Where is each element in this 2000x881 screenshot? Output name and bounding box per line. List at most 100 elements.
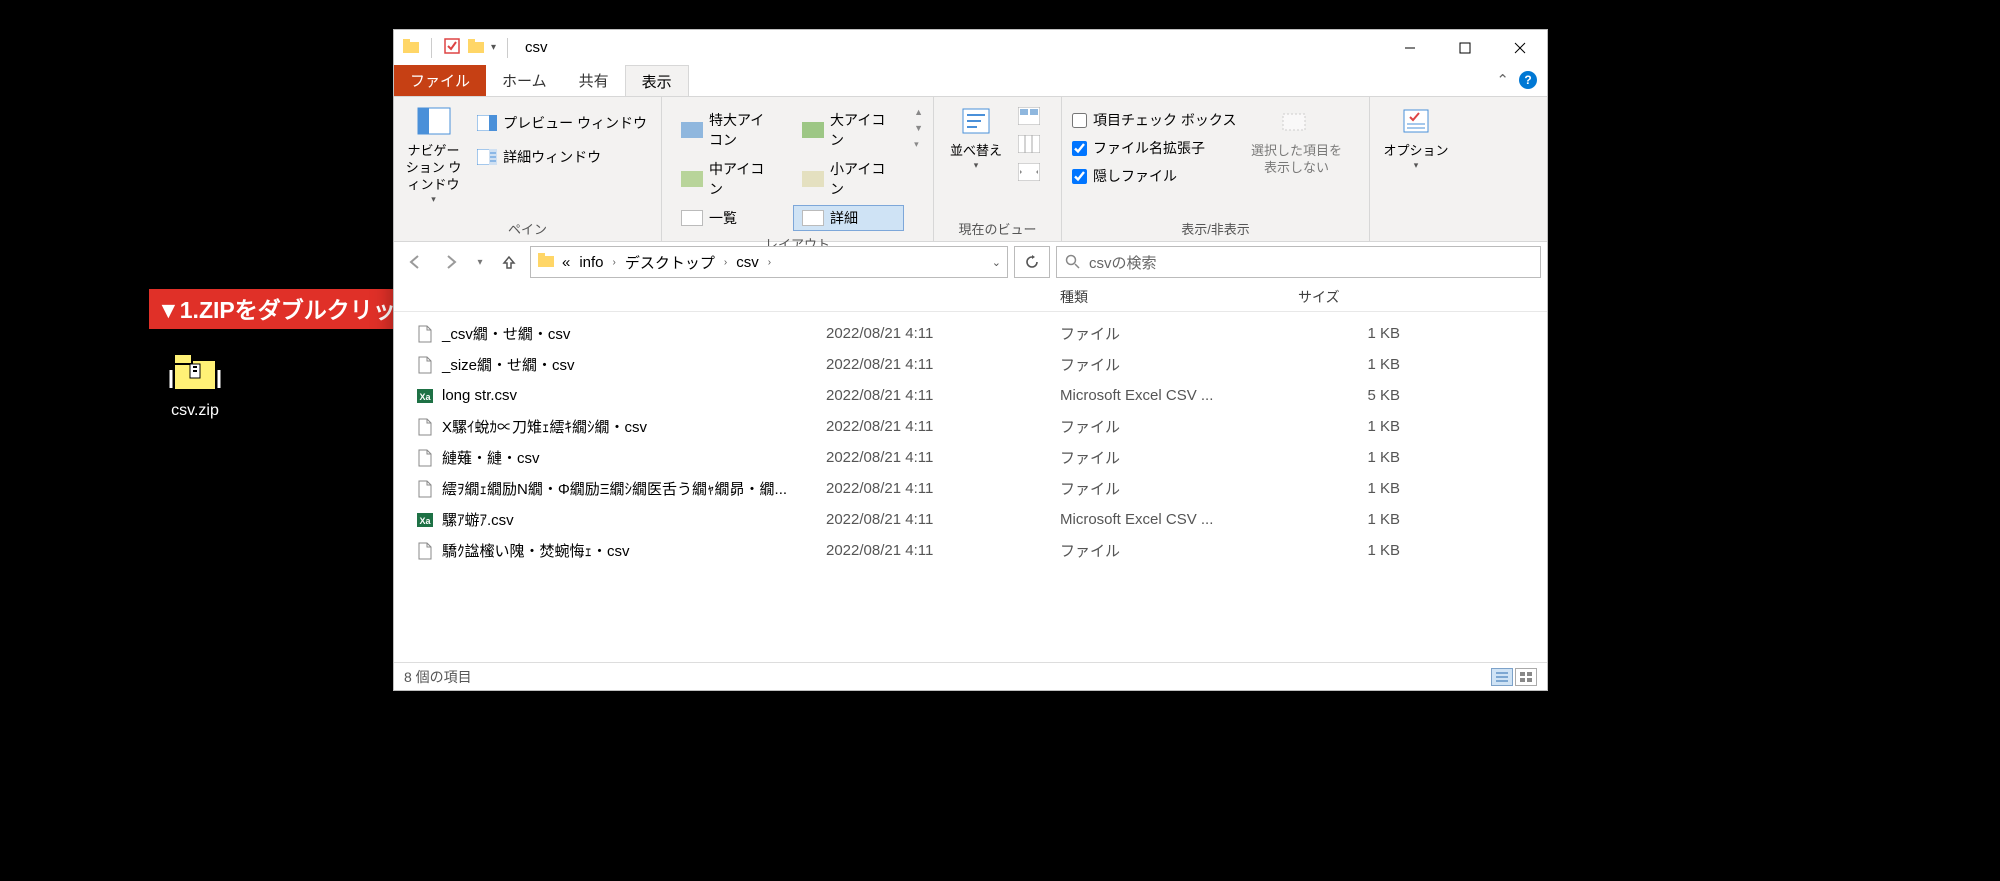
address-dropdown-icon[interactable]: ⌄ [992, 256, 1001, 269]
file-name: 驕ｸ諡櫁い隗・焚蜿悔ｪ・csv [442, 540, 630, 561]
sort-button[interactable]: 並べ替え ▾ [944, 103, 1008, 172]
crumb-info[interactable]: info [577, 254, 605, 271]
hide-selected-button[interactable]: 選択した項目を 表示しない [1246, 103, 1346, 177]
title-bar: ▾ csv [394, 30, 1547, 65]
search-input[interactable]: csvの検索 [1056, 246, 1541, 278]
options-label: オプション [1380, 143, 1452, 160]
size-columns-icon[interactable] [1018, 163, 1040, 185]
file-type: ファイル [1046, 416, 1298, 437]
file-ext-toggle[interactable]: ファイル名拡張子 [1072, 137, 1236, 159]
up-button[interactable] [494, 247, 524, 277]
options-button[interactable]: オプション ▾ [1380, 103, 1452, 172]
scroll-up-icon[interactable]: ▲ [914, 107, 923, 117]
view-details-icon[interactable] [1491, 668, 1513, 686]
ribbon: ナビゲーション ウィンドウ ▾ プレビュー ウィンドウ 詳細ウィンドウ ペイン [394, 97, 1547, 242]
file-type: Microsoft Excel CSV ... [1046, 387, 1298, 404]
divider [507, 38, 508, 58]
file-type: ファイル [1046, 354, 1298, 375]
table-row[interactable]: 驕ｸ諡櫁い隗・焚蜿悔ｪ・csv2022/08/21 4:11ファイル1 KB [394, 535, 1547, 566]
col-type[interactable]: 種類 [1046, 287, 1298, 307]
back-button[interactable] [400, 247, 430, 277]
file-date: 2022/08/21 4:11 [826, 356, 1046, 373]
layout-medium[interactable]: 中アイコン [672, 156, 783, 202]
table-row[interactable]: 縺薙・縺・csv2022/08/21 4:11ファイル1 KB [394, 442, 1547, 473]
group-showhide-label: 表示/非表示 [1072, 216, 1359, 239]
layout-extra-large[interactable]: 特大アイコン [672, 107, 783, 153]
file-name: _csv繝・せ繝・csv [442, 323, 570, 344]
chevron-right-icon[interactable]: › [722, 257, 729, 268]
desktop-icon-label: csv.zip [145, 402, 245, 420]
file-type: ファイル [1046, 323, 1298, 344]
refresh-button[interactable] [1014, 246, 1050, 278]
layout-small[interactable]: 小アイコン [793, 156, 904, 202]
tab-file[interactable]: ファイル [394, 65, 486, 96]
file-date: 2022/08/21 4:11 [826, 387, 1046, 404]
window-title: csv [525, 39, 548, 56]
layout-list[interactable]: 一覧 [672, 205, 783, 231]
chevron-right-icon[interactable]: › [611, 257, 618, 268]
col-size[interactable]: サイズ [1298, 287, 1448, 307]
qat-dropdown-icon[interactable]: ▾ [491, 42, 496, 53]
table-row[interactable]: X騾ｲ蛻ｶ∝刀雉ｪ繧ｷ繝ｼ繝・csv2022/08/21 4:11ファイル1 K… [394, 411, 1547, 442]
hidden-files-toggle[interactable]: 隠しファイル [1072, 165, 1236, 187]
group-currentview-label: 現在のビュー [944, 216, 1051, 239]
item-count: 8 個の項目 [404, 667, 472, 687]
column-headers: 名前 更新日時 種類 サイズ [394, 282, 1547, 312]
details-pane-button[interactable]: 詳細ウィンドウ [473, 145, 651, 169]
file-size: 1 KB [1298, 418, 1448, 435]
table-row[interactable]: Xa騾ｱ蝣ｱ.csv2022/08/21 4:11Microsoft Excel… [394, 504, 1547, 535]
file-size: 1 KB [1298, 542, 1448, 559]
table-row[interactable]: _size繝・せ繝・csv2022/08/21 4:11ファイル1 KB [394, 349, 1547, 380]
group-by-icon[interactable] [1018, 107, 1040, 129]
tab-home[interactable]: ホーム [486, 65, 563, 96]
file-size: 1 KB [1298, 511, 1448, 528]
view-thumbnails-icon[interactable] [1515, 668, 1537, 686]
table-row[interactable]: _csv繝・せ繝・csv2022/08/21 4:11ファイル1 KB [394, 318, 1547, 349]
file-name: 繧ｦ繝ｪ繝励Ν繝・Φ繝励Ξ繝ｼ繝医舌う繝ｬ繝昴・繝... [442, 478, 787, 499]
file-name: long str.csv [442, 387, 517, 404]
file-size: 5 KB [1298, 387, 1448, 404]
qat-properties-icon[interactable] [443, 37, 461, 59]
crumb-csv[interactable]: csv [734, 254, 761, 271]
scroll-down-icon[interactable]: ▼ [914, 123, 923, 133]
close-button[interactable] [1492, 30, 1547, 65]
annotation-1: ▼1.ZIPをダブルクリック [149, 289, 427, 329]
folder-icon [537, 251, 555, 273]
address-bar[interactable]: « info › デスクトップ › csv › ⌄ [530, 246, 1008, 278]
file-date: 2022/08/21 4:11 [826, 325, 1046, 342]
help-icon[interactable]: ? [1519, 71, 1537, 89]
maximize-button[interactable] [1437, 30, 1492, 65]
file-type: ファイル [1046, 478, 1298, 499]
recent-dropdown[interactable]: ▾ [472, 247, 488, 277]
file-name: 騾ｱ蝣ｱ.csv [442, 509, 514, 530]
minimize-button[interactable] [1382, 30, 1437, 65]
file-size: 1 KB [1298, 480, 1448, 497]
table-row[interactable]: Xalong str.csv2022/08/21 4:11Microsoft E… [394, 380, 1547, 411]
file-size: 1 KB [1298, 449, 1448, 466]
crumb-desktop[interactable]: デスクトップ [623, 252, 717, 273]
file-name: X騾ｲ蛻ｶ∝刀雉ｪ繧ｷ繝ｼ繝・csv [442, 416, 647, 437]
item-checkboxes-toggle[interactable]: 項目チェック ボックス [1072, 109, 1236, 131]
chevron-right-icon[interactable]: › [766, 257, 773, 268]
expand-icon[interactable]: ▾ [914, 139, 923, 150]
table-row[interactable]: 繧ｦ繝ｪ繝励Ν繝・Φ繝励Ξ繝ｼ繝医舌う繝ｬ繝昴・繝...2022/08/21 4… [394, 473, 1547, 504]
preview-pane-label: プレビュー ウィンドウ [503, 113, 647, 133]
qat-folder-icon[interactable] [402, 37, 420, 59]
tab-share[interactable]: 共有 [563, 65, 625, 96]
explorer-window: ▾ csv ファイル ホーム 共有 表示 ⌃ ? ナビゲーション ウィンドウ [393, 29, 1548, 691]
search-icon [1065, 254, 1081, 270]
add-columns-icon[interactable] [1018, 135, 1040, 157]
preview-pane-button[interactable]: プレビュー ウィンドウ [473, 111, 651, 135]
nav-pane-label: ナビゲーション ウィンドウ [404, 143, 463, 194]
file-date: 2022/08/21 4:11 [826, 542, 1046, 559]
collapse-ribbon-icon[interactable]: ⌃ [1496, 71, 1509, 89]
layout-details[interactable]: 詳細 [793, 205, 904, 231]
layout-large[interactable]: 大アイコン [793, 107, 904, 153]
qat-newfolder-icon[interactable] [467, 37, 485, 59]
sort-label: 並べ替え [944, 143, 1008, 160]
forward-button[interactable] [436, 247, 466, 277]
tab-view[interactable]: 表示 [625, 65, 689, 96]
nav-pane-button[interactable]: ナビゲーション ウィンドウ ▾ [404, 103, 463, 205]
crumb-overflow[interactable]: « [560, 254, 572, 271]
desktop-icon-zip[interactable]: csv.zip [145, 350, 245, 420]
